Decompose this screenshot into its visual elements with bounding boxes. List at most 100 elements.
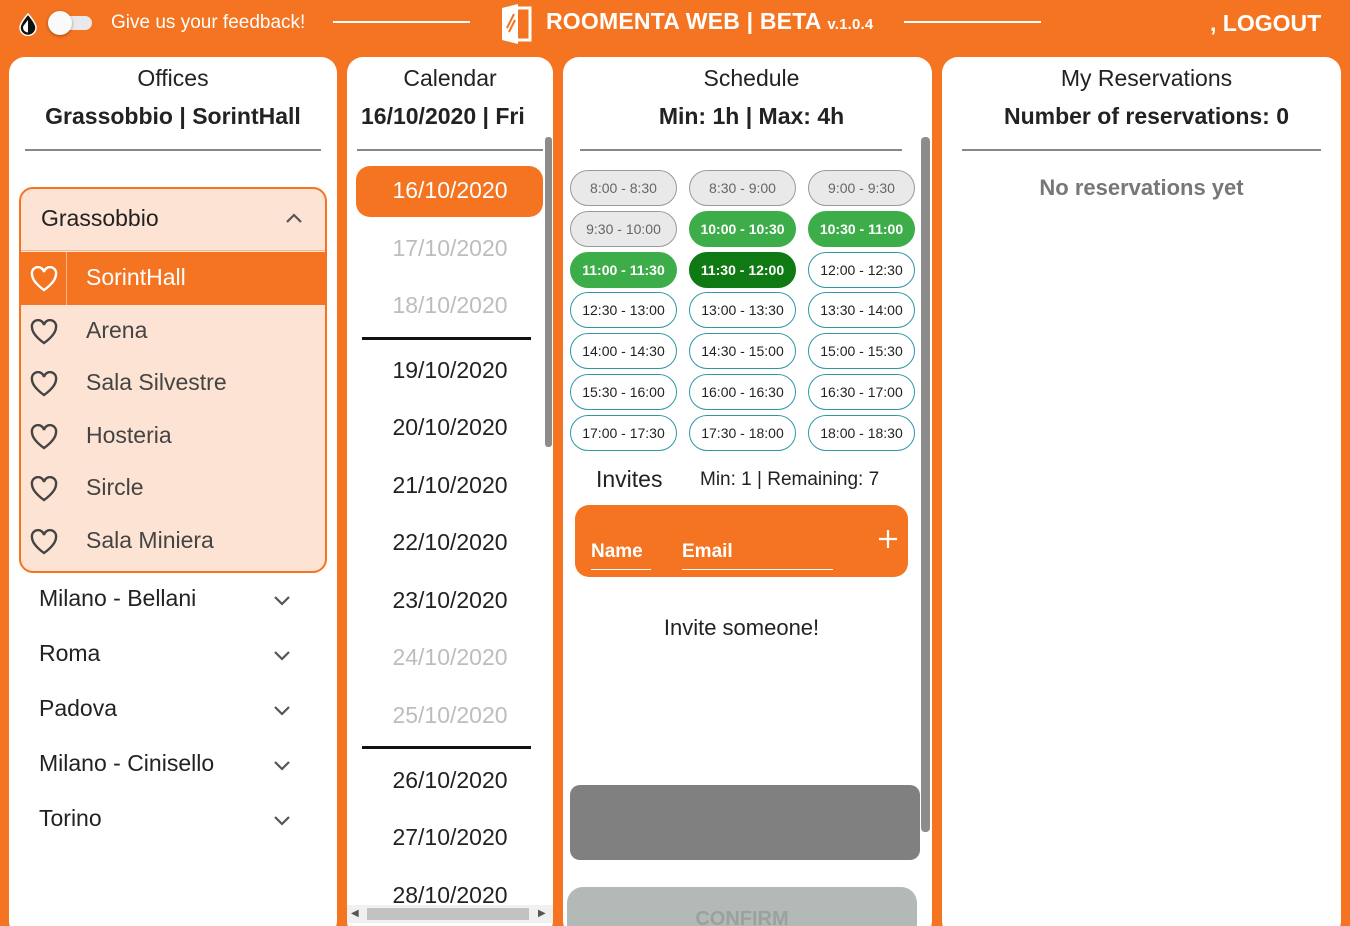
room-item[interactable]: Hosteria [21,410,325,463]
time-slot[interactable]: 10:30 - 11:00 [808,210,915,247]
calendar-date-item[interactable]: 21/10/2020 [347,472,553,499]
reservations-title: My Reservations [1060,65,1233,91]
time-slot[interactable]: 12:30 - 13:00 [570,292,677,329]
time-slot[interactable]: 17:30 - 18:00 [689,414,796,451]
schedule-limits: Min: 1h | Max: 4h [658,103,845,129]
room-item[interactable]: SorintHall [21,252,325,305]
office-group-label: Grassobbio [41,205,159,231]
chevron-down-icon [274,761,290,771]
calendar-scrollbar[interactable] [545,137,552,447]
room-label: SorintHall [86,264,186,290]
office-group-label: Torino [39,805,102,831]
add-invite-icon[interactable] [877,528,899,550]
time-slot: 9:30 - 10:00 [570,210,677,247]
office-group-header[interactable]: Grassobbio [21,189,325,251]
time-slot: 8:00 - 8:30 [570,170,677,206]
calendar-date-item[interactable]: 23/10/2020 [347,587,553,614]
chevron-down-icon [274,596,290,606]
invite-email-field[interactable]: Email [682,541,733,563]
theme-toggle[interactable] [48,11,93,35]
time-slot[interactable]: 13:30 - 14:00 [808,292,915,329]
confirm-button[interactable]: CONFIRM [567,887,917,926]
room-item[interactable]: Sala Silvestre [21,357,325,410]
office-group-item[interactable]: Roma [9,632,327,682]
app-version: v.1.0.4 [827,16,874,33]
time-slot[interactable]: 12:00 - 12:30 [808,251,915,288]
calendar-date-item[interactable]: 22/10/2020 [347,529,553,556]
favorite-heart-icon[interactable] [30,528,58,555]
room-item[interactable]: Arena [21,305,325,358]
room-label: Sala Miniera [86,526,214,553]
offices-divider [25,149,321,151]
invites-info: Min: 1 | Remaining: 7 [700,469,880,490]
invite-form: Name Email [575,505,908,577]
invites-empty-message: Invite someone! [663,615,820,640]
room-separator [66,252,67,305]
favorite-heart-icon[interactable] [30,476,58,502]
week-separator [362,337,531,340]
room-label: Arena [86,316,148,343]
calendar-horizontal-scrollbar[interactable]: ◀ ▶ [347,905,553,923]
calendar-date-item[interactable]: 16/10/2020 [347,177,553,204]
invite-name-field[interactable]: Name [591,541,643,563]
time-slot[interactable]: 14:30 - 15:00 [689,333,796,370]
scroll-right-icon[interactable]: ▶ [538,908,546,919]
schedule-scrollbar[interactable] [921,137,930,832]
room-label: Sala Silvestre [86,369,227,395]
time-slot[interactable]: 15:00 - 15:30 [808,333,915,370]
offices-title: Offices [137,65,209,91]
time-slot[interactable]: 17:00 - 17:30 [570,414,677,451]
time-slot[interactable]: 18:00 - 18:30 [808,414,915,451]
calendar-date-item: 25/10/2020 [392,702,508,728]
office-group-label: Roma [39,640,101,666]
calendar-date-item[interactable]: 26/10/2020 [347,767,553,794]
logout-button[interactable]: , LOGOUT [1210,10,1321,37]
room-label: Sircle [86,474,144,500]
offices-selected: Grassobbio | SorintHall [45,103,301,129]
calendar-date-item: 24/10/2020 [392,644,508,670]
calendar-date-item: 17/10/2020 [392,235,508,261]
office-group-item[interactable]: Torino [9,797,327,847]
time-slot[interactable]: 15:30 - 16:00 [570,374,677,410]
time-slot[interactable]: 11:00 - 11:30 [570,251,677,288]
reservations-panel: My Reservations Number of reservations: … [942,57,1341,926]
top-bar: Give us your feedback! ROOMENTA WEB | BE… [0,0,1350,50]
chevron-down-icon [274,651,290,661]
office-group-grassobbio: Grassobbio SorintHall Arena Sala Silvestre… [19,187,327,573]
time-slot[interactable]: 10:00 - 10:30 [689,210,796,247]
calendar-date-item[interactable]: 20/10/2020 [347,414,553,441]
scroll-left-icon[interactable]: ◀ [351,908,359,919]
theme-drop-icon[interactable] [17,12,39,36]
offices-panel: Offices Grassobbio | SorintHall Grassobb… [9,57,337,926]
calendar-date-item[interactable]: 27/10/2020 [347,824,553,851]
time-slot[interactable]: 16:30 - 17:00 [808,374,915,410]
favorite-heart-icon[interactable] [30,266,58,292]
office-group-item[interactable]: Milano - Cinisello [9,742,327,792]
time-slot[interactable]: 13:00 - 13:30 [689,292,796,329]
room-item[interactable]: Sircle [21,462,325,515]
room-label: Hosteria [86,421,172,448]
chevron-up-icon [286,213,302,223]
favorite-heart-icon[interactable] [30,318,58,345]
name-underline [591,569,651,570]
favorite-heart-icon[interactable] [30,371,58,397]
calendar-date-item[interactable]: 19/10/2020 [347,357,553,384]
schedule-title: Schedule [703,65,800,91]
invites-label: Invites [596,466,663,492]
time-slot[interactable]: 16:00 - 16:30 [689,374,796,410]
calendar-title: Calendar [403,65,497,91]
office-group-item[interactable]: Milano - Bellani [9,577,327,627]
calendar-divider [357,149,543,151]
office-group-label: Milano - Bellani [39,585,197,611]
time-slot[interactable]: 14:00 - 14:30 [570,333,677,370]
room-item[interactable]: Sala Miniera [21,515,325,568]
office-group-item[interactable]: Padova [9,687,327,737]
time-slot[interactable]: 11:30 - 12:00 [689,251,796,288]
chevron-down-icon [274,816,290,826]
favorite-heart-icon[interactable] [30,423,58,450]
time-slot: 8:30 - 9:00 [689,170,796,206]
app-title: ROOMENTA WEB | BETA v.1.0.4 [546,8,874,34]
scrollbar-thumb[interactable] [367,908,529,920]
feedback-link[interactable]: Give us your feedback! [111,12,305,34]
schedule-panel: Schedule Min: 1h | Max: 4h 8:00 - 8:30 8:… [563,57,932,926]
